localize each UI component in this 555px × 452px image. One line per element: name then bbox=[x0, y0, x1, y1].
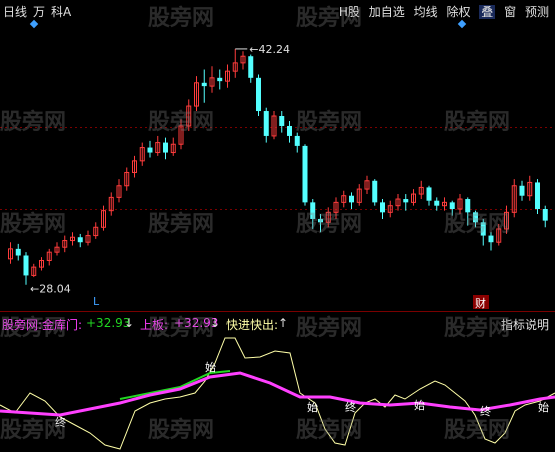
arrow-up-icon: ↑ bbox=[278, 316, 289, 330]
candle-body-down bbox=[465, 199, 471, 213]
candle-body-down bbox=[535, 182, 540, 210]
candle-body-down bbox=[403, 199, 409, 203]
candle-body-down bbox=[279, 116, 285, 126]
signal-label: 始 bbox=[538, 400, 549, 414]
add-watchlist-button[interactable]: 加自选 bbox=[369, 5, 405, 19]
fast-in-fast-out-line bbox=[0, 337, 555, 450]
candle-body-down bbox=[519, 185, 525, 196]
indicator-name-3: 快进快出: bbox=[226, 318, 279, 332]
signal-label: 始 bbox=[205, 360, 216, 374]
candle-body-down bbox=[310, 202, 316, 219]
candle-body-down bbox=[287, 125, 292, 136]
ex-rights-button[interactable]: 除权 bbox=[446, 5, 470, 19]
overlay-button[interactable]: 叠 bbox=[479, 5, 496, 19]
indicator-legend: 股旁网:金库门: +32.93 ↓ 上板: +32.93 ↓ 快进快出: ↑ bbox=[0, 315, 555, 333]
indicator-name: 股旁网:金库门: bbox=[2, 318, 83, 332]
stock-name-part2: 科A bbox=[51, 5, 72, 19]
top-toolbar: 日线万科A H股 加自选 均线 除权 叠 窗 预测 bbox=[0, 0, 555, 20]
candle-body-down bbox=[372, 180, 378, 203]
marker-L: L bbox=[93, 295, 100, 308]
candle-body-down bbox=[480, 222, 486, 236]
signal-label: 始 bbox=[307, 400, 318, 414]
low-price-label: ←28.04 bbox=[30, 283, 71, 296]
forecast-button[interactable]: 预测 bbox=[525, 5, 549, 19]
candle-body-down bbox=[15, 248, 21, 256]
indicator-chart[interactable]: 始终始终始终始 bbox=[0, 333, 555, 452]
candle-body-down bbox=[318, 218, 323, 223]
candle-body-down bbox=[542, 209, 548, 221]
candle-body-down bbox=[147, 147, 153, 153]
stock-name-part1: 万 bbox=[33, 5, 46, 19]
candle-body-down bbox=[488, 235, 494, 243]
panel-divider bbox=[0, 311, 555, 312]
candle-body-down bbox=[217, 77, 223, 82]
indicator-name-2: 上板: bbox=[140, 318, 169, 332]
signal-label: 终 bbox=[480, 404, 491, 418]
high-price-label: ←42.24 bbox=[249, 43, 290, 56]
candle-body-down bbox=[248, 56, 254, 78]
h-share-button[interactable]: H股 bbox=[339, 5, 360, 19]
candlestick-chart[interactable]: ←42.24 ←28.04 L 财 bbox=[0, 20, 555, 310]
signal-label: 始 bbox=[414, 398, 425, 412]
candle-body-down bbox=[349, 195, 354, 203]
upper-board-line bbox=[0, 371, 555, 417]
arrow-down-icon: ↓ bbox=[210, 316, 221, 330]
candle-body-down bbox=[294, 135, 300, 146]
moving-average-button[interactable]: 均线 bbox=[414, 5, 438, 19]
arrow-down-icon: ↓ bbox=[124, 316, 135, 330]
candle-body-down bbox=[163, 142, 168, 153]
candle-body-down bbox=[473, 212, 478, 223]
window-button[interactable]: 窗 bbox=[504, 5, 516, 19]
candle-body-down bbox=[434, 200, 440, 206]
signal-label: 终 bbox=[55, 415, 66, 429]
candle-body-down bbox=[449, 202, 455, 210]
candle-body-down bbox=[77, 237, 83, 243]
candle-body-down bbox=[201, 82, 207, 87]
candle-body-down bbox=[380, 202, 385, 213]
indicator-explain-button[interactable]: 指标说明 bbox=[501, 316, 549, 333]
candle-body-down bbox=[256, 77, 261, 112]
signal-label: 终 bbox=[345, 400, 356, 414]
toolbar-right: H股 加自选 均线 除权 叠 窗 预测 bbox=[334, 3, 549, 20]
period-daily-button[interactable]: 日线 bbox=[3, 5, 27, 19]
candle-body-down bbox=[426, 187, 432, 201]
candle-body-down bbox=[302, 145, 308, 203]
toolbar-left: 日线万科A bbox=[3, 3, 77, 20]
candle-body-down bbox=[263, 111, 269, 136]
candle-body-down bbox=[23, 255, 29, 276]
financial-marker: 财 bbox=[475, 296, 486, 310]
